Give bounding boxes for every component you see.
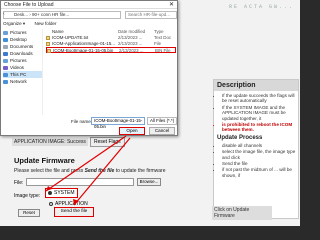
file-row-selected[interactable]: ICOM-BootImage-01-15-05.bin 2/13/2023 ..… — [46, 47, 176, 53]
organize-button[interactable]: Organize ▾ — [3, 21, 25, 26]
computer-icon — [3, 72, 8, 77]
nav-item-this-pc[interactable]: This PC — [3, 71, 42, 78]
description-heading: Description — [214, 80, 298, 91]
nav-label: Documents — [10, 44, 34, 49]
dialog-title: Choose File to Upload — [4, 2, 54, 8]
description-footer: Click on Update Firmware — [212, 206, 272, 220]
nav-label: Desktop — [10, 37, 27, 42]
description-item: If the update succeeds the flags will be… — [222, 93, 298, 104]
filetype-select[interactable]: All Files (*.*) — [147, 117, 177, 125]
network-icon — [3, 79, 8, 84]
update-hint: Please select the file and press Send th… — [14, 168, 165, 174]
reset-button[interactable]: Reset — [18, 209, 40, 217]
search-input[interactable]: Search HR-file-upd... — [125, 11, 177, 19]
hint-suffix: to update the firmware — [114, 168, 166, 174]
file-icon — [46, 42, 50, 46]
nav-label: This PC — [10, 72, 27, 77]
file-icon — [47, 49, 51, 53]
file-upload-dialog: Choose File to Upload ✕ Desk... › 90+ co… — [0, 0, 178, 136]
brand-logo: RE ACTA GW... — [228, 4, 294, 10]
nav-item[interactable]: Pictures — [3, 29, 42, 36]
file-type: BIN File — [155, 48, 171, 53]
videos-icon — [3, 65, 8, 70]
process-item: select the image file, the image type an… — [222, 149, 298, 160]
open-button[interactable]: Open — [119, 127, 145, 135]
pictures-icon — [3, 58, 8, 63]
description-list: If the update succeeds the flags will be… — [214, 93, 298, 133]
nav-item[interactable]: Documents — [3, 43, 42, 50]
close-icon[interactable]: ✕ — [169, 1, 174, 9]
screen: RE ACTA GW... Description If the update … — [0, 0, 300, 226]
hint-prefix: Please select the file and press — [14, 168, 85, 174]
filename-input[interactable]: ICOM-BootImage-01-15-05.bin — [91, 117, 145, 129]
hint-emphasis: Send the file — [84, 168, 115, 174]
app-version-status: APPLICATION IMAGE: Success — [12, 138, 88, 146]
reset-flags-button[interactable]: Reset Flags — [90, 137, 125, 147]
process-list: disable all channels select the image fi… — [214, 143, 298, 178]
file-icon — [46, 36, 50, 40]
downloads-icon — [3, 51, 8, 56]
file-name: ICOM-BootImage-01-15-05.bin — [53, 48, 114, 53]
nav-item[interactable]: Network — [3, 78, 42, 85]
file-input[interactable] — [26, 178, 134, 186]
send-file-button[interactable]: Send the file — [54, 207, 94, 217]
radio-system-label: SYSTEM — [54, 190, 75, 196]
pictures-icon — [3, 30, 8, 35]
address-bar[interactable]: Desk... › 90+ conn HR file... — [3, 11, 121, 19]
file-label: File: — [14, 180, 24, 186]
nav-pane: Pictures Desktop Documents Downloads Pic… — [3, 29, 43, 115]
process-item: if not past the midSum of ... will be sh… — [222, 167, 298, 178]
radio-dot-icon — [49, 201, 53, 206]
back-icon[interactable]: ‹ — [3, 11, 5, 17]
nav-item[interactable]: Desktop — [3, 36, 42, 43]
nav-label: Downloads — [10, 51, 33, 56]
description-panel: Description If the update succeeds the f… — [213, 79, 299, 219]
new-folder-button[interactable]: New folder — [35, 21, 57, 26]
radio-dot-selected-icon — [48, 190, 52, 195]
nav-label: Network — [10, 79, 27, 84]
nav-label: Pictures — [10, 30, 27, 35]
update-firmware-title: Update Firmware — [14, 156, 75, 165]
desktop-icon — [3, 37, 8, 42]
filename-label: File name: — [71, 119, 93, 124]
nav-item[interactable]: Downloads — [3, 50, 42, 57]
description-item-warning: is prohibited to reboot the ICOM between… — [222, 122, 298, 133]
process-item: disable all channels — [222, 143, 298, 148]
documents-icon — [3, 44, 8, 49]
process-item: Send the file — [222, 161, 298, 166]
cancel-button[interactable]: Cancel — [149, 127, 175, 135]
nav-item[interactable]: Pictures — [3, 57, 42, 64]
dialog-toolbar: Organize ▾ New folder — [3, 21, 64, 27]
image-type-label: Image type: — [14, 193, 41, 199]
update-process-heading: Update Process — [217, 134, 263, 141]
file-list: Name Date modified Type ICOM-UPDATE.txt … — [46, 29, 176, 115]
browse-button[interactable]: Browse... — [137, 178, 161, 186]
file-date: 2/13/2023 ... — [119, 48, 144, 53]
nav-item[interactable]: Videos — [3, 64, 42, 71]
nav-label: Pictures — [10, 58, 27, 63]
nav-label: Videos — [10, 65, 24, 70]
dialog-titlebar: Choose File to Upload ✕ — [1, 1, 177, 9]
radio-system[interactable]: SYSTEM — [45, 188, 78, 198]
description-item: If the SYSTEM IMAGE and the APPLICATION … — [222, 105, 298, 121]
